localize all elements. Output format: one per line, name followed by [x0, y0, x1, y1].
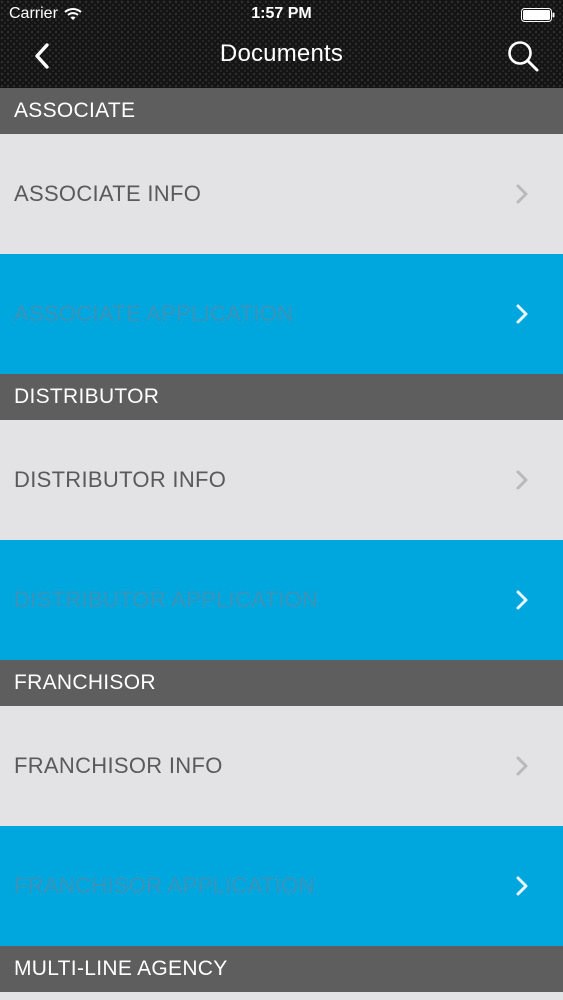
chevron-right-icon	[516, 470, 528, 490]
list-item-label: FRANCHISOR APPLICATION	[14, 873, 315, 898]
search-button[interactable]	[503, 36, 543, 76]
list-item-distributor-application[interactable]: DISTRIBUTOR APPLICATION	[0, 540, 563, 660]
page-title: Documents	[219, 40, 344, 67]
list-item-franchisor-info[interactable]: FRANCHISOR INFO	[0, 706, 563, 826]
section-header-associate: ASSOCIATE	[0, 88, 563, 134]
list-item-associate-info[interactable]: ASSOCIATE INFO	[0, 134, 563, 254]
status-time: 1:57 PM	[251, 5, 312, 22]
section-header-multi-line-agency: MULTI-LINE AGENCY	[0, 946, 563, 992]
app-screen: Carrier 1:57 PM Documents ASSOCIATE ASSO…	[0, 0, 563, 1000]
list-item-label: DISTRIBUTOR APPLICATION	[14, 587, 319, 612]
chevron-right-icon	[516, 304, 528, 324]
chevron-right-icon	[516, 590, 528, 610]
list-item-distributor-info[interactable]: DISTRIBUTOR INFO	[0, 420, 563, 540]
section-header-franchisor: FRANCHISOR	[0, 660, 563, 706]
list-item-label: ASSOCIATE APPLICATION	[14, 301, 294, 326]
section-header-distributor: DISTRIBUTOR	[0, 374, 563, 420]
list-item-associate-application[interactable]: ASSOCIATE APPLICATION	[0, 254, 563, 374]
chevron-right-icon	[516, 876, 528, 896]
list-item-label: DISTRIBUTOR INFO	[14, 467, 227, 492]
list-item-label: FRANCHISOR INFO	[14, 753, 223, 778]
documents-list: ASSOCIATE ASSOCIATE INFO ASSOCIATE APPLI…	[0, 88, 563, 992]
battery-icon	[521, 8, 555, 22]
navigation-bar: Documents	[0, 30, 563, 86]
chevron-right-icon	[516, 756, 528, 776]
chevron-right-icon	[516, 184, 528, 204]
list-item-franchisor-application[interactable]: FRANCHISOR APPLICATION	[0, 826, 563, 946]
top-bar: Carrier 1:57 PM Documents	[0, 0, 563, 89]
search-icon	[508, 41, 539, 72]
list-item-label: ASSOCIATE INFO	[14, 181, 202, 206]
status-bar: Carrier 1:57 PM	[0, 0, 563, 30]
